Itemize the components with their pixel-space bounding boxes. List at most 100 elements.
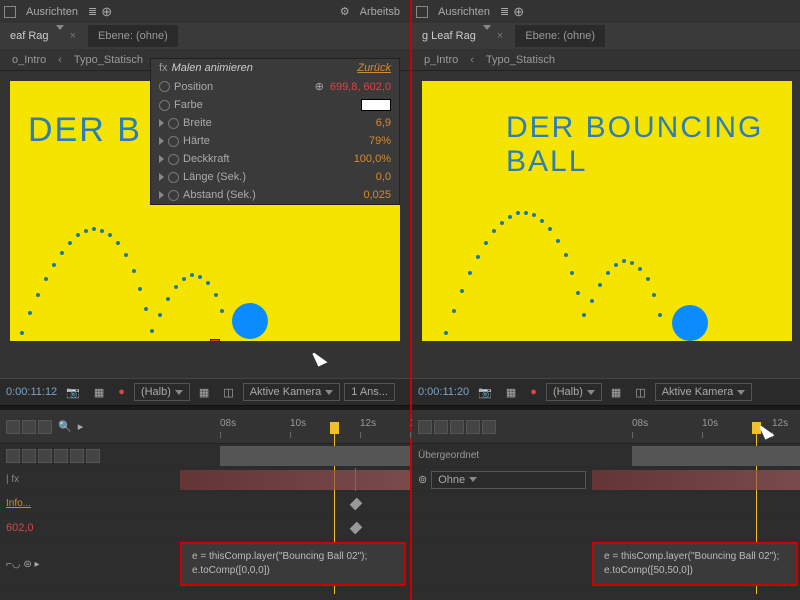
- parent-column-header: Übergeordnet: [412, 444, 592, 467]
- video-icon: [6, 449, 20, 463]
- camera-select[interactable]: Aktive Kamera: [655, 383, 753, 401]
- shy-icon[interactable]: ▸: [78, 420, 84, 433]
- parent-select[interactable]: Ohne: [431, 471, 586, 489]
- motion-blur-icon: [54, 449, 68, 463]
- prop-lange-value[interactable]: 0,0: [376, 171, 391, 183]
- keyframe-icon[interactable]: [350, 498, 363, 511]
- graph-icon: [466, 420, 480, 434]
- timecode[interactable]: 0:00:11:12: [6, 386, 57, 398]
- crosshair-icon[interactable]: ⊕: [315, 80, 324, 93]
- close-icon[interactable]: ×: [497, 30, 503, 42]
- timecode[interactable]: 0:00:11:20: [418, 386, 469, 398]
- chevron-down-icon[interactable]: ≣: [500, 5, 509, 18]
- layer-switches[interactable]: [6, 420, 52, 434]
- tab-composition[interactable]: g Leaf Rag ×: [412, 25, 513, 47]
- stroke-path: [422, 81, 792, 341]
- snapshot-icon[interactable]: 📷: [61, 384, 85, 401]
- nav-back-icon[interactable]: ‹: [58, 54, 62, 66]
- checkbox-icon[interactable]: [4, 6, 16, 18]
- expression-box[interactable]: e = thisComp.layer("Bouncing Ball 02"); …: [592, 542, 798, 586]
- stopwatch-icon[interactable]: [168, 172, 179, 183]
- subtab-intro[interactable]: o_Intro: [4, 51, 54, 69]
- checkbox-icon[interactable]: [416, 6, 428, 18]
- layer-bar[interactable]: [592, 470, 800, 490]
- prop-harte-value[interactable]: 79%: [369, 135, 391, 147]
- workspace-menu[interactable]: Arbeitsb: [354, 4, 406, 20]
- subtab-typo[interactable]: Typo_Statisch: [478, 51, 563, 69]
- nav-back-icon[interactable]: ‹: [470, 54, 474, 66]
- info-link[interactable]: Info...: [6, 498, 31, 509]
- reset-link[interactable]: Zurück: [357, 62, 391, 74]
- close-icon[interactable]: ×: [70, 30, 76, 42]
- dropdown-icon[interactable]: [483, 25, 491, 42]
- work-area-bar[interactable]: [220, 446, 410, 466]
- expression-box[interactable]: e = thisComp.layer("Bouncing Ball 02"); …: [180, 542, 406, 586]
- snapshot-icon[interactable]: 📷: [473, 384, 497, 401]
- grid-icon[interactable]: ▦: [194, 384, 214, 401]
- time-ruler[interactable]: 08s 10s 12s: [592, 418, 800, 442]
- align-menu[interactable]: Ausrichten: [20, 4, 84, 20]
- motion-icon: [450, 420, 464, 434]
- stopwatch-icon[interactable]: [168, 136, 179, 147]
- adjustment-icon: [70, 449, 84, 463]
- anchor-icon[interactable]: ⊕: [513, 4, 524, 20]
- pickwhip-icon[interactable]: ⊚: [418, 473, 427, 486]
- channels-icon[interactable]: ●: [113, 384, 130, 400]
- subtab-typo[interactable]: Typo_Statisch: [66, 51, 151, 69]
- search-icon[interactable]: 🔍: [58, 420, 72, 433]
- expand-icon[interactable]: [159, 191, 164, 199]
- resolution-select[interactable]: (Halb): [134, 383, 190, 401]
- stopwatch-icon[interactable]: [168, 118, 179, 129]
- stopwatch-icon[interactable]: [168, 154, 179, 165]
- expand-icon[interactable]: [159, 137, 164, 145]
- composition-viewer[interactable]: DER BOUNCING BALL: [412, 71, 800, 378]
- gear-icon[interactable]: ⚙: [340, 5, 350, 18]
- eye-icon: [6, 420, 20, 434]
- expression-icon[interactable]: ⌐◡ ⊜ ▸: [6, 559, 40, 570]
- prop-breite-value[interactable]: 6,9: [376, 117, 391, 129]
- tab-composition[interactable]: eaf Rag ×: [0, 25, 86, 47]
- mask-icon[interactable]: ◫: [630, 384, 650, 401]
- channels-icon[interactable]: ●: [525, 384, 542, 400]
- mask-icon[interactable]: ◫: [218, 384, 238, 401]
- prop-deckkraft-value[interactable]: 100,0%: [354, 153, 391, 165]
- layer-bar[interactable]: [180, 470, 410, 490]
- grid-icon[interactable]: ▦: [606, 384, 626, 401]
- expand-icon[interactable]: [159, 119, 164, 127]
- region-icon[interactable]: ▦: [501, 384, 521, 401]
- lock-icon: [38, 420, 52, 434]
- prop-position-value[interactable]: 699,8, 602,0: [330, 81, 391, 93]
- camera-select[interactable]: Aktive Kamera: [243, 383, 341, 401]
- tab-layer[interactable]: Ebene: (ohne): [88, 25, 178, 47]
- chevron-down-icon[interactable]: ≣: [88, 5, 97, 18]
- effect-properties-panel: fxMalen animierenZurück Position⊕699,8, …: [150, 58, 400, 205]
- subtab-intro[interactable]: p_Intro: [416, 51, 466, 69]
- prop-breite-label: Breite: [183, 117, 212, 129]
- stopwatch-icon[interactable]: [159, 100, 170, 111]
- keyframe-icon[interactable]: [350, 522, 363, 535]
- prop-abstand-value[interactable]: 0,025: [363, 189, 391, 201]
- align-menu[interactable]: Ausrichten: [432, 4, 496, 20]
- expand-icon[interactable]: [159, 173, 164, 181]
- layer-handle[interactable]: [210, 339, 220, 341]
- playhead[interactable]: [330, 422, 339, 434]
- views-select[interactable]: 1 Ans...: [344, 383, 395, 401]
- comp-tabs: g Leaf Rag × Ebene: (ohne): [412, 23, 800, 49]
- work-area-bar[interactable]: [632, 446, 800, 466]
- layer-toggles[interactable]: [6, 449, 100, 463]
- tab-layer[interactable]: Ebene: (ohne): [515, 25, 605, 47]
- color-swatch[interactable]: [361, 99, 391, 111]
- stopwatch-icon[interactable]: [168, 190, 179, 201]
- time-ruler[interactable]: 08s 10s 12s 14: [180, 418, 410, 442]
- canvas: DER BOUNCING BALL: [422, 81, 792, 341]
- resolution-select[interactable]: (Halb): [546, 383, 602, 401]
- stopwatch-icon[interactable]: [159, 81, 170, 92]
- fx-icon: [38, 449, 52, 463]
- layer-switches[interactable]: [418, 420, 496, 434]
- cursor-icon: [762, 424, 778, 444]
- anchor-icon[interactable]: ⊕: [101, 4, 112, 20]
- region-icon[interactable]: ▦: [89, 384, 109, 401]
- dropdown-icon[interactable]: [56, 25, 64, 42]
- expand-icon[interactable]: [159, 155, 164, 163]
- coord-value[interactable]: 602,0: [6, 522, 34, 534]
